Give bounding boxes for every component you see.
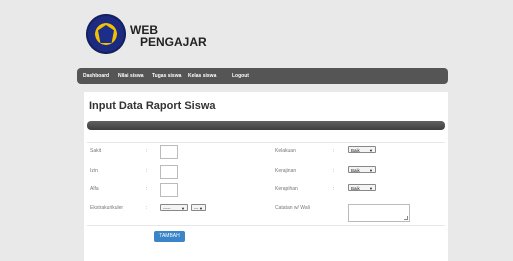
caret-down-icon: ▼ xyxy=(369,168,373,173)
navbar: Dashboard Nilai siswa Tugas siswa Kelas … xyxy=(77,68,448,84)
select-value: Baik xyxy=(351,168,360,173)
kelakuan-select[interactable]: Baik ▼ xyxy=(348,146,376,153)
divider xyxy=(87,225,445,226)
catatan-wali-textarea[interactable] xyxy=(348,204,410,222)
select-value: Baik xyxy=(351,148,360,153)
colon: : xyxy=(333,186,335,192)
label-kelakuan: Kelakuan xyxy=(275,148,296,154)
label-kerapihan: Kerapihan xyxy=(275,186,298,192)
emblem-icon xyxy=(98,25,114,43)
nav-tugas-siswa[interactable]: Tugas siswa xyxy=(152,68,181,84)
colon: : xyxy=(146,148,148,154)
label-izin: Izin xyxy=(90,168,98,174)
colon: : xyxy=(333,148,335,154)
school-logo xyxy=(86,14,126,54)
select-value: Baik xyxy=(351,186,360,191)
nav-logout[interactable]: Logout xyxy=(232,68,249,84)
label-alfa: Alfa xyxy=(90,186,99,192)
nav-nilai-siswa[interactable]: Nilai siswa xyxy=(118,68,144,84)
brand-title: WEB PENGAJAR xyxy=(130,24,207,48)
ekstrakurikuler-select[interactable]: ----- ▼ xyxy=(160,204,188,211)
caret-down-icon: ▼ xyxy=(199,206,203,211)
colon: : xyxy=(146,186,148,192)
caret-down-icon: ▼ xyxy=(181,206,185,211)
kerapihan-select[interactable]: Baik ▼ xyxy=(348,184,376,191)
colon: : xyxy=(146,168,148,174)
tambah-button[interactable]: TAMBAH xyxy=(154,231,185,242)
caret-down-icon: ▼ xyxy=(369,148,373,153)
content-panel: Input Data Raport Siswa Sakit : Izin : A… xyxy=(84,92,448,261)
alfa-input[interactable] xyxy=(160,183,178,197)
label-catatan-wali: Catatan w/ Wali xyxy=(275,205,310,211)
resize-grip-icon[interactable] xyxy=(404,216,408,220)
colon: : xyxy=(333,168,335,174)
label-kerajinan: Kerajinan xyxy=(275,168,297,174)
nav-kelas-siswa[interactable]: Kelas siswa xyxy=(188,68,216,84)
nilai-ekstra-select[interactable]: --- ▼ xyxy=(191,204,206,211)
sakit-input[interactable] xyxy=(160,145,178,159)
title-bar xyxy=(87,121,445,130)
izin-input[interactable] xyxy=(160,165,178,179)
divider xyxy=(87,142,445,143)
select-value: ----- xyxy=(163,206,171,211)
caret-down-icon: ▼ xyxy=(369,186,373,191)
kerajinan-select[interactable]: Baik ▼ xyxy=(348,166,376,173)
label-sakit: Sakit xyxy=(90,148,102,154)
select-value: --- xyxy=(194,206,199,211)
label-ekstrakurikuler: Ekstrakurikuler xyxy=(90,205,124,211)
page-title: Input Data Raport Siswa xyxy=(89,100,216,112)
header: WEB PENGAJAR xyxy=(86,14,446,64)
brand-line-2: PENGAJAR xyxy=(140,35,207,49)
colon: : xyxy=(146,205,148,211)
nav-dashboard[interactable]: Dashboard xyxy=(83,68,109,84)
